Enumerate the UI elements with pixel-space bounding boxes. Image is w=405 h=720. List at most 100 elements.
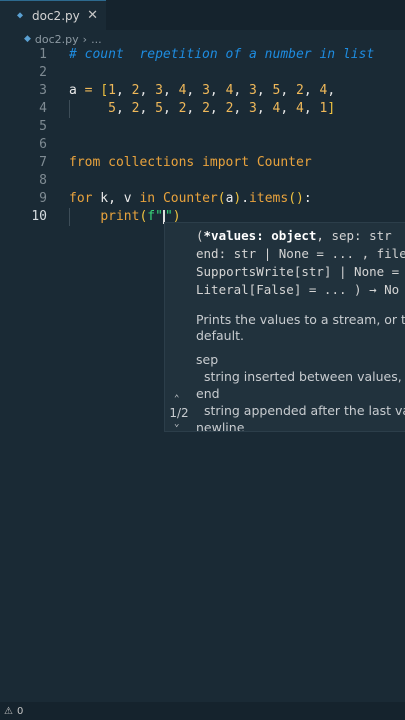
- line-number: 2: [39, 65, 47, 80]
- code-text: from collections import Counter: [69, 154, 312, 172]
- code-token: ,: [256, 101, 273, 116]
- code-token: from: [69, 155, 101, 170]
- code-token: ,: [303, 101, 320, 116]
- code-text: # count repetition of a number in list: [69, 46, 374, 64]
- warning-count[interactable]: 0: [17, 706, 23, 717]
- doc-description-2: default.: [196, 328, 244, 343]
- code-token: ,: [139, 83, 156, 98]
- line-number: 1: [39, 47, 47, 62]
- line-number: 8: [39, 173, 47, 188]
- code-token: ,: [115, 101, 132, 116]
- code-line[interactable]: 7 from collections import Counter: [0, 154, 405, 172]
- code-token: collections: [108, 155, 195, 170]
- code-token: 3: [202, 83, 210, 98]
- code-line[interactable]: 3a = [1, 2, 3, 4, 3, 4, 3, 5, 2, 4,: [0, 82, 405, 100]
- signature-help-popup: (*values: object, sep: str end: str | No…: [164, 222, 405, 432]
- code-token: ,: [162, 101, 179, 116]
- code-token: 1: [108, 83, 116, 98]
- code-token: 2: [202, 101, 210, 116]
- code-line[interactable]: 4 5, 2, 5, 2, 2, 2, 3, 4, 4, 1]: [0, 100, 405, 118]
- code-token: .: [241, 191, 250, 206]
- signature-pager: 1/2: [169, 406, 189, 420]
- code-line[interactable]: 6: [0, 136, 405, 154]
- code-token: 4: [296, 101, 304, 116]
- signature-text: (*values: object, sep: str end: str | No…: [196, 228, 405, 297]
- doc-param-sep: sep: [196, 352, 219, 367]
- code-token: ,: [139, 101, 156, 116]
- code-token: 2: [296, 83, 304, 98]
- code-token: ,: [115, 83, 132, 98]
- code-token: ,: [186, 83, 203, 98]
- code-token: ,: [209, 83, 226, 98]
- code-token: a: [69, 83, 85, 98]
- tab-label: doc2.py: [32, 8, 80, 23]
- code-line[interactable]: 9 for k, v in Counter(a).items():: [0, 190, 405, 208]
- chevron-down-icon[interactable]: ⌄: [174, 419, 179, 429]
- code-line[interactable]: 1 # count repetition of a number in list: [0, 46, 405, 64]
- breadcrumb-more[interactable]: ...: [91, 33, 102, 46]
- code-token: ,: [280, 83, 297, 98]
- chevron-up-icon[interactable]: ⌃: [174, 394, 179, 404]
- breadcrumb-separator: ›: [82, 32, 88, 46]
- code-token: 3: [155, 83, 163, 98]
- code-token: k, v: [92, 191, 140, 206]
- code-token: f": [147, 209, 163, 224]
- close-icon[interactable]: ✕: [87, 8, 98, 23]
- code-token: ,: [209, 101, 226, 116]
- line-number: 9: [39, 191, 47, 206]
- code-text: 5, 2, 5, 2, 2, 2, 3, 4, 4, 1]: [69, 100, 335, 118]
- code-token: import: [202, 155, 250, 170]
- code-line[interactable]: 2: [0, 64, 405, 82]
- code-token: # count repetition of a number in list: [69, 47, 375, 62]
- code-line[interactable]: 8: [0, 172, 405, 190]
- code-line[interactable]: 5: [0, 118, 405, 136]
- code-token: ,: [256, 83, 273, 98]
- code-token: for: [69, 191, 93, 206]
- python-file-icon: ◆: [17, 9, 24, 21]
- code-text: for k, v in Counter(a).items():: [69, 190, 312, 208]
- code-token: ,: [303, 83, 320, 98]
- code-token: ,: [162, 83, 179, 98]
- line-number: 5: [39, 119, 47, 134]
- warning-icon[interactable]: ⚠: [4, 706, 13, 717]
- doc-param-end-desc: string appended after the last valu: [196, 403, 405, 418]
- line-number: 4: [39, 101, 47, 116]
- code-token: (): [288, 191, 304, 206]
- code-token: 3: [249, 101, 257, 116]
- code-token: Counter: [256, 155, 312, 170]
- python-file-icon: ◆: [24, 34, 31, 44]
- doc-newline: newline: [196, 420, 245, 432]
- code-token: ,: [233, 83, 250, 98]
- code-token: ,: [233, 101, 250, 116]
- code-token: ,: [327, 83, 336, 98]
- line-number: 10: [31, 209, 47, 224]
- line-number: 7: [39, 155, 47, 170]
- doc-param-sep-desc: string inserted between values, de: [196, 369, 405, 384]
- code-token: items: [249, 191, 289, 206]
- code-token: 5: [108, 101, 116, 116]
- doc-description: Prints the values to a stream, or to s: [196, 312, 405, 327]
- code-token: :: [303, 191, 312, 206]
- code-token: 5: [155, 101, 163, 116]
- code-token: [: [100, 83, 109, 98]
- tab-bar: ◆ doc2.py ✕: [0, 0, 405, 30]
- code-token: in: [139, 191, 156, 206]
- code-text: a = [1, 2, 3, 4, 3, 4, 3, 5, 2, 4,: [69, 82, 335, 100]
- breadcrumb-file[interactable]: doc2.py: [35, 33, 79, 46]
- code-token: Counter: [162, 191, 218, 206]
- status-bar: ⚠ 0: [0, 702, 405, 720]
- code-token: ,: [280, 101, 297, 116]
- doc-param-end: end: [196, 386, 220, 401]
- code-token: 3: [249, 83, 257, 98]
- line-number: 6: [39, 137, 47, 152]
- code-token: ]: [327, 101, 336, 116]
- line-number: 3: [39, 83, 47, 98]
- tab-doc2-py[interactable]: ◆ doc2.py ✕: [0, 0, 106, 30]
- code-token: (: [217, 191, 226, 206]
